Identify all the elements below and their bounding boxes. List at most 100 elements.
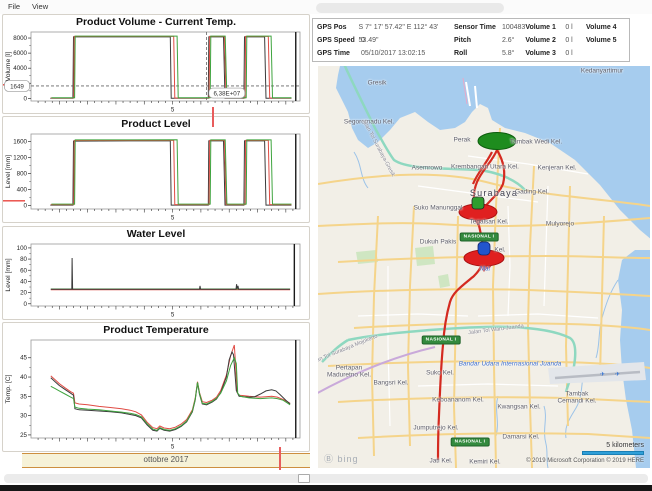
chart-water-level: 0 20 40 60 80 100 5 Level [mm] [3, 241, 309, 318]
svg-text:1649: 1649 [10, 83, 24, 90]
svg-text:30: 30 [20, 413, 27, 420]
chart-panel-product-temperature: Product Temperature 25 30 35 40 45 5 Temp. [C] [2, 322, 310, 452]
svg-text:20: 20 [20, 290, 27, 297]
rivers [354, 152, 618, 468]
svg-text:25: 25 [20, 432, 27, 439]
status-field-label: Volume 1 [525, 21, 561, 34]
map-scale-label: 5 kilometers [606, 442, 644, 449]
status-field-label: Volume 4 [586, 21, 622, 34]
road-shield-badge: NASIONAL I [451, 438, 490, 447]
svg-text:1200: 1200 [13, 155, 27, 162]
status-field-label: Volume 5 [586, 34, 622, 47]
svg-text:Volume [l]: Volume [l] [5, 51, 12, 81]
status-field: Pitch 2.6° [454, 34, 525, 47]
chart-product-level: 0 400 800 1200 1600 5 Level [mm] [3, 131, 309, 221]
poi-marker-red-blue[interactable] [464, 242, 504, 272]
menu-file[interactable]: File [8, 2, 20, 11]
road-shield-badge: NASIONAL I [460, 233, 499, 242]
svg-text:8000: 8000 [13, 35, 27, 42]
svg-text:0: 0 [24, 202, 28, 209]
chart-title-product-level: Product Level [3, 117, 309, 131]
svg-text:✈: ✈ [615, 371, 620, 378]
status-field-value: 0 l [565, 21, 572, 34]
chart-cursor-tick [212, 107, 214, 127]
status-field-label: Volume 2 [525, 34, 561, 47]
status-field-value: S 7° 17' 57.42" E 112° 43' 53.49" [358, 21, 453, 34]
status-field-label: GPS Time [317, 47, 357, 60]
svg-text:40: 40 [20, 278, 27, 285]
svg-text:Level [mm]: Level [mm] [5, 155, 12, 188]
svg-text:0: 0 [24, 95, 28, 102]
road-shield-badge: NASIONAL I [422, 336, 461, 345]
svg-text:5: 5 [171, 107, 175, 114]
status-field-value: 100483 [502, 21, 525, 34]
svg-text:60: 60 [20, 267, 27, 274]
chart-panel-product-volume: Product Volume - Current Temp. 020004000… [2, 14, 310, 114]
menu-view[interactable]: View [32, 2, 48, 11]
status-column: GPS Pos S 7° 17' 57.42" E 112° 43' 53.49"… [317, 21, 454, 61]
bing-logo: Ⓑ bing [324, 452, 359, 465]
status-field-value: 05/10/2017 13:02:15 [361, 47, 425, 60]
status-field: Volume 3 0 l [525, 47, 586, 60]
chart-title-product-volume: Product Volume - Current Temp. [3, 15, 309, 29]
status-field-value: 0 l [565, 47, 572, 60]
window-bottom-edge [0, 485, 652, 491]
chart-product-volume: 02000400060008000516496,38E+07Volume [l] [3, 29, 309, 113]
status-field: Roll 5.8° [454, 47, 525, 60]
svg-text:45: 45 [20, 355, 27, 362]
park-areas [356, 246, 450, 288]
telemetry-status-panel: GPS Pos S 7° 17' 57.42" E 112° 43' 53.49"… [312, 18, 630, 62]
toolbar-placeholder [316, 3, 504, 13]
toll-road-purple [318, 347, 435, 396]
svg-text:800: 800 [17, 170, 28, 177]
chart-title-product-temperature: Product Temperature [3, 323, 309, 337]
svg-text:Level [mm]: Level [mm] [5, 258, 12, 291]
svg-text:6,38E+07: 6,38E+07 [213, 91, 240, 98]
status-column: Volume 4Volume 5 [586, 21, 629, 61]
status-field: Volume 5 [586, 34, 629, 47]
svg-text:6000: 6000 [13, 50, 27, 57]
chart-panel-water-level: Water Level 0 20 40 60 80 100 5 Level [mm] [2, 226, 310, 320]
svg-text:100: 100 [17, 245, 28, 252]
status-field-value: 0 l [565, 34, 572, 47]
status-field-label: Volume 3 [525, 47, 561, 60]
svg-text:4000: 4000 [13, 65, 27, 72]
map-scale-bar [582, 451, 644, 455]
svg-text:40: 40 [20, 374, 27, 381]
status-field: GPS Speed 0 [317, 34, 454, 47]
svg-text:1600: 1600 [13, 139, 27, 146]
status-field-label: GPS Pos [317, 21, 354, 34]
svg-text:✈: ✈ [600, 371, 605, 378]
svg-text:Temp. [C]: Temp. [C] [5, 374, 12, 403]
svg-text:400: 400 [17, 186, 28, 193]
status-field-value: 5.8° [502, 47, 515, 60]
horizontal-scrollbar[interactable] [4, 474, 648, 483]
status-field-label: Roll [454, 47, 498, 60]
svg-text:5: 5 [171, 312, 175, 319]
status-field-value: 2.6° [502, 34, 515, 47]
map-view[interactable]: ✈ ✈ GresikSegoromadu Kel.KedanyartimurPe… [318, 66, 650, 468]
timeline-band[interactable]: ottobre 2017 [22, 453, 310, 468]
poi-marker-green[interactable] [478, 133, 516, 150]
status-field: Volume 1 0 l [525, 21, 586, 34]
map-copyright: © 2019 Microsoft Corporation © 2019 HERE [526, 458, 644, 464]
svg-text:5: 5 [171, 215, 175, 222]
svg-text:5: 5 [171, 444, 175, 451]
status-field-label: Sensor Time [454, 21, 498, 34]
status-field: Volume 2 0 l [525, 34, 586, 47]
scrollbar-thumb[interactable] [298, 474, 310, 483]
status-field: GPS Time 05/10/2017 13:02:15 [317, 47, 454, 60]
status-column: Volume 1 0 l Volume 2 0 l Volume 3 0 l [525, 21, 586, 61]
status-field-label: Pitch [454, 34, 498, 47]
status-field-value: 0 [361, 34, 365, 47]
chart-title-water-level: Water Level [3, 227, 309, 241]
status-field: Volume 4 [586, 21, 629, 34]
timeline-cursor [279, 447, 281, 470]
svg-text:0: 0 [24, 301, 28, 308]
status-field: GPS Pos S 7° 17' 57.42" E 112° 43' 53.49" [317, 21, 454, 34]
status-field: Sensor Time 100483 [454, 21, 525, 34]
status-column: Sensor Time 100483 Pitch 2.6° Roll 5.8° [454, 21, 525, 61]
svg-text:80: 80 [20, 256, 27, 263]
svg-text:35: 35 [20, 393, 27, 400]
status-field-label: GPS Speed [317, 34, 357, 47]
